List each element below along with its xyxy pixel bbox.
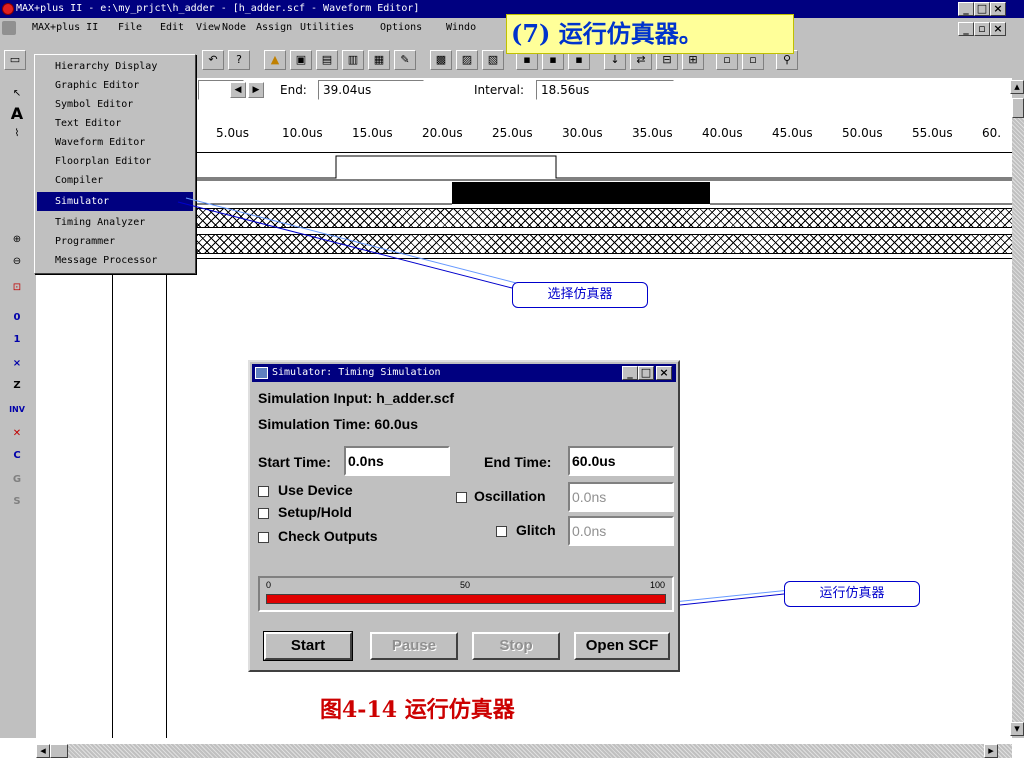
check-outputs-label: Check Outputs bbox=[278, 528, 378, 544]
figure-caption: 图4-14 运行仿真器 bbox=[320, 697, 515, 723]
oscillation-label: Oscillation bbox=[474, 488, 546, 504]
pause-button[interactable]: Pause bbox=[370, 632, 458, 660]
dialog-close-button[interactable]: × bbox=[656, 366, 672, 380]
progress-label-50: 50 bbox=[460, 580, 471, 590]
use-device-checkbox[interactable] bbox=[258, 486, 269, 497]
progress-track bbox=[266, 594, 666, 604]
glitch-checkbox[interactable] bbox=[496, 526, 507, 537]
start-time-field[interactable]: 0.0ns bbox=[344, 446, 450, 476]
dialog-titlebar[interactable]: Simulator: Timing Simulation bbox=[252, 364, 676, 382]
simulator-dialog: Simulator: Timing Simulation _ □ × Simul… bbox=[248, 360, 680, 672]
dialog-maximize-button[interactable]: □ bbox=[638, 366, 654, 380]
glitch-field[interactable]: 0.0ns bbox=[568, 516, 674, 546]
setup-hold-label: Setup/Hold bbox=[278, 504, 352, 520]
dialog-minimize-button[interactable]: _ bbox=[622, 366, 638, 380]
simulation-input: Simulation Input: h_adder.scf bbox=[258, 390, 455, 406]
annotation-run-simulator: 运行仿真器 bbox=[784, 581, 920, 607]
progress-fill bbox=[267, 595, 665, 603]
progress-label-0: 0 bbox=[266, 580, 272, 590]
open-scf-button[interactable]: Open SCF bbox=[574, 632, 670, 660]
glitch-label: Glitch bbox=[516, 522, 556, 538]
progress-label-100: 100 bbox=[650, 580, 666, 590]
annotation-select-simulator: 选择仿真器 bbox=[512, 282, 648, 308]
simulation-time: Simulation Time: 60.0us bbox=[258, 416, 419, 432]
stop-button[interactable]: Stop bbox=[472, 632, 560, 660]
start-button[interactable]: Start bbox=[263, 631, 353, 661]
progress-frame: 0 50 100 bbox=[258, 576, 674, 612]
dialog-title: Simulator: Timing Simulation bbox=[272, 367, 441, 378]
end-time-label: End Time: bbox=[484, 454, 552, 470]
simulator-window-icon bbox=[255, 367, 268, 379]
check-outputs-checkbox[interactable] bbox=[258, 532, 269, 543]
end-time-field[interactable]: 60.0us bbox=[568, 446, 674, 476]
oscillation-field[interactable]: 0.0ns bbox=[568, 482, 674, 512]
oscillation-checkbox[interactable] bbox=[456, 492, 467, 503]
setup-hold-checkbox[interactable] bbox=[258, 508, 269, 519]
use-device-label: Use Device bbox=[278, 482, 353, 498]
start-time-label: Start Time: bbox=[258, 454, 331, 470]
